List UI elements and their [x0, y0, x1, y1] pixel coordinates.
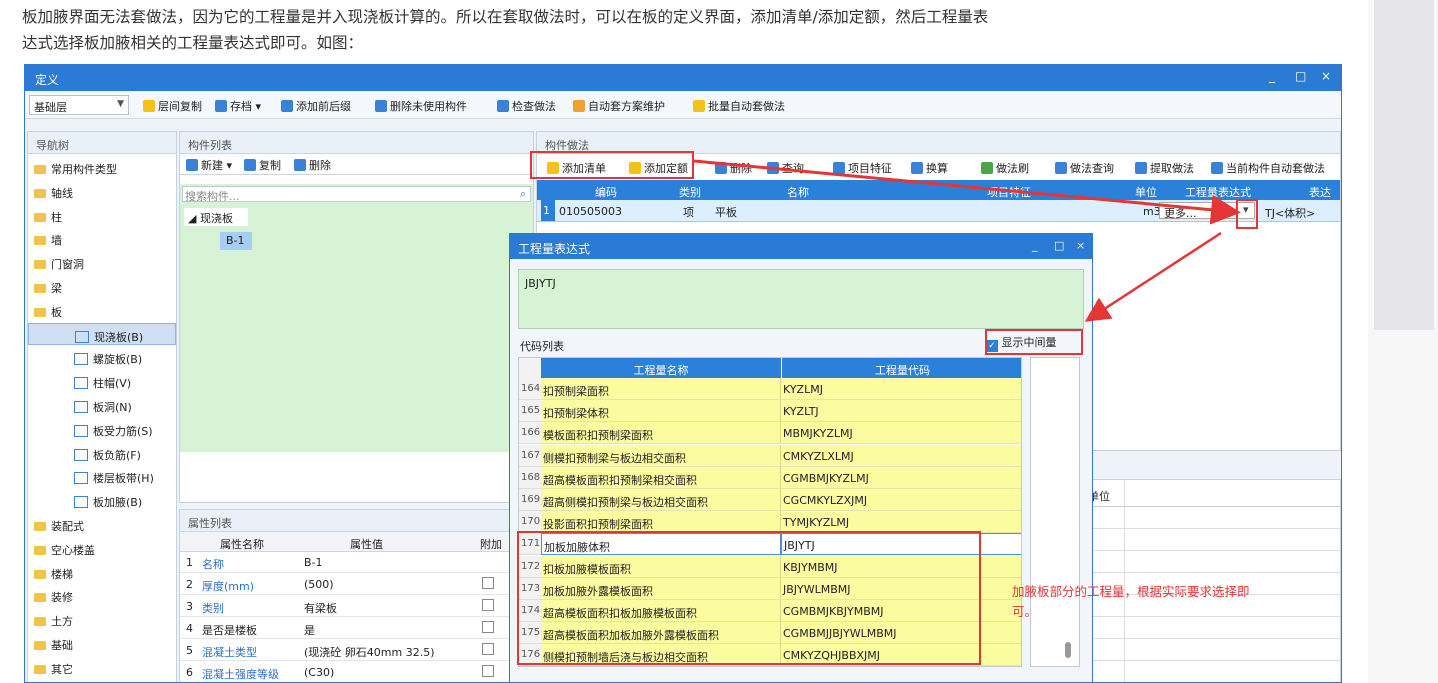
arrow-to-dropdown — [693, 159, 1241, 225]
scrollbar-thumb[interactable] — [1374, 0, 1434, 330]
intro-line-1: 板加腋界面无法套做法，因为它的工程量是并入现浇板计算的。所以在套取做法时，可以在… — [22, 8, 989, 26]
page-scrollbar[interactable] — [1368, 0, 1438, 683]
annotation-note: 加腋板部分的工程量，根据实际要求选择即 可。 — [1012, 584, 1250, 619]
intro-line-2: 达式选择板加腋相关的工程量表达式即可。如图： — [22, 34, 364, 52]
arrow-to-checkbox — [1084, 231, 1222, 322]
intro-text: 板加腋界面无法套做法，因为它的工程量是并入现浇板计算的。所以在套取做法时，可以在… — [22, 4, 1352, 56]
